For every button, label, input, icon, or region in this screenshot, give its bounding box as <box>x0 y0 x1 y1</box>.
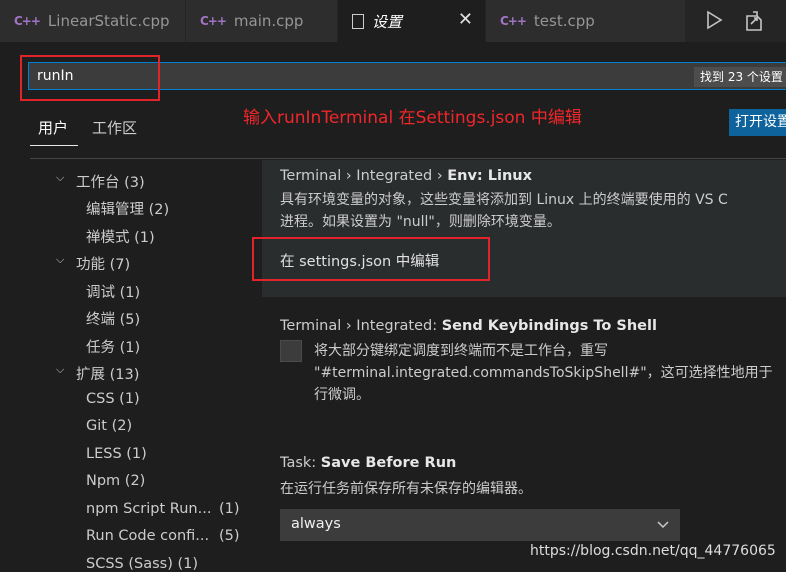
toc-label: 终端 <box>86 312 115 328</box>
toc-item-git[interactable]: Git (2) <box>86 418 132 434</box>
search-result-count-badge: 找到 23 个设置 <box>694 67 786 87</box>
toc-label: Npm <box>86 473 121 489</box>
select-value: always <box>291 516 341 532</box>
setting-description: 具有环境变量的对象，这些变量将添加到 Linux 上的终端要使用的 VS C <box>280 192 728 208</box>
toc-item-less[interactable]: LESS (1) <box>86 446 147 462</box>
chevron-down-icon <box>656 518 670 536</box>
tab-label: LinearStatic.cpp <box>47 12 170 30</box>
setting-title-env-linux: Terminal › Integrated › Env: Linux <box>280 168 532 184</box>
save-before-run-select[interactable]: always <box>280 509 680 541</box>
toc-count: (1) <box>219 501 240 517</box>
tab-test-cpp[interactable]: C++ test.cpp <box>486 0 686 42</box>
toc-item-editor-management[interactable]: 编辑管理 (2) <box>86 198 169 219</box>
toc-item-terminal[interactable]: 终端 (5) <box>86 308 140 329</box>
tab-user[interactable]: 用户 <box>38 117 68 138</box>
tab-label: main.cpp <box>233 12 304 30</box>
setting-category: Task: <box>280 455 321 471</box>
toc-count: (1) <box>134 230 155 246</box>
header-divider <box>30 158 786 159</box>
open-settings-button[interactable]: 打开设置 <box>729 109 786 136</box>
toc-count: (1) <box>126 446 147 462</box>
setting-name: Env: Linux <box>447 168 532 184</box>
chevron-down-icon: ⌵ <box>56 363 65 376</box>
tab-label: 设置 <box>372 12 403 31</box>
toc-item-npm-script-runner[interactable]: npm Script Run... <box>86 501 211 517</box>
setting-category: Terminal › Integrated › <box>280 168 448 184</box>
toc-item-run-code-config[interactable]: Run Code confi... <box>86 528 209 544</box>
toc-label: 功能 <box>76 257 105 273</box>
annotation-text: 输入runInTerminal 在Settings.json 中编辑 <box>243 108 582 128</box>
toc-count: (1) <box>119 391 140 407</box>
toc-count: (5) <box>219 528 240 544</box>
toc-item-extensions[interactable]: ⌵ 扩展 (13) <box>56 363 139 384</box>
tab-workspace[interactable]: 工作区 <box>92 117 137 138</box>
toc-count: (3) <box>124 175 145 191</box>
close-icon[interactable]: ✕ <box>458 9 473 30</box>
toc-count: (1) <box>119 285 141 301</box>
editor-tab-bar: C++ LinearStatic.cpp C++ main.cpp 设置 ✕ C… <box>0 0 786 42</box>
tab-linearstatic-cpp[interactable]: C++ LinearStatic.cpp <box>0 0 186 42</box>
toc-count: (1) <box>177 556 199 572</box>
toc-item-features[interactable]: ⌵ 功能 (7) <box>56 253 130 274</box>
setting-title-send-keybindings: Terminal › Integrated: Send Keybindings … <box>280 318 657 334</box>
toc-label: npm Script Run... <box>86 501 212 517</box>
tab-main-cpp[interactable]: C++ main.cpp <box>186 0 338 42</box>
tab-settings[interactable]: 设置 ✕ <box>338 0 486 42</box>
toc-count: (2) <box>148 202 170 218</box>
setting-description: 进程。如果设置为 "null"，则删除环境变量。 <box>280 214 561 230</box>
toc-label: 任务 <box>86 340 115 356</box>
toc-count: (2) <box>111 418 133 434</box>
run-icon[interactable] <box>704 10 724 34</box>
toc-count: (2) <box>124 473 146 489</box>
toc-label: Run Code confi... <box>86 528 210 544</box>
toc-item-scss[interactable]: SCSS (Sass) (1) <box>86 556 198 572</box>
toc-item-workbench[interactable]: ⌵ 工作台 (3) <box>56 171 145 192</box>
toc-label: LESS <box>86 446 122 462</box>
cpp-icon: C++ <box>200 14 227 28</box>
toc-label: 工作台 <box>76 175 120 191</box>
toc-count: (13) <box>109 367 140 383</box>
toc-label: Git <box>86 418 107 434</box>
toc-label: CSS <box>86 391 115 407</box>
annotation-box-search <box>20 55 160 101</box>
toc-label: 扩展 <box>76 367 105 383</box>
open-settings-json-icon[interactable] <box>743 10 765 36</box>
toc-item-npm[interactable]: Npm (2) <box>86 473 145 489</box>
toc-item-debug[interactable]: 调试 (1) <box>86 281 140 302</box>
toc-count: (7) <box>109 257 131 273</box>
send-keybindings-checkbox[interactable] <box>280 340 302 362</box>
annotation-box-edit-link <box>252 237 490 281</box>
chevron-down-icon: ⌵ <box>56 171 65 184</box>
setting-description: 将大部分键绑定调度到终端而不是工作台，重写 <box>314 343 608 359</box>
toc-item-zen-mode[interactable]: 禅模式 (1) <box>86 226 155 247</box>
toc-label: 禅模式 <box>86 230 130 246</box>
active-tab-indicator <box>30 145 78 146</box>
toc-label: 编辑管理 <box>86 202 144 218</box>
toc-label: SCSS (Sass) <box>86 556 173 572</box>
file-icon <box>352 13 364 29</box>
setting-name: Send Keybindings To Shell <box>441 318 657 334</box>
setting-category: Terminal › Integrated: <box>280 318 442 334</box>
setting-name: Save Before Run <box>320 455 457 471</box>
toc-count: (5) <box>119 312 141 328</box>
toc-item-tasks[interactable]: 任务 (1) <box>86 336 140 357</box>
toc-count: (1) <box>119 340 141 356</box>
setting-description: 行微调。 <box>314 387 370 403</box>
setting-description: 在运行任务前保存所有未保存的编辑器。 <box>280 481 532 497</box>
watermark: https://blog.csdn.net/qq_44776065 <box>530 543 776 559</box>
chevron-down-icon: ⌵ <box>56 253 65 266</box>
setting-title-save-before-run: Task: Save Before Run <box>280 455 456 471</box>
cpp-icon: C++ <box>500 14 527 28</box>
tab-label: test.cpp <box>533 12 595 30</box>
cpp-icon: C++ <box>14 14 41 28</box>
toc-item-css[interactable]: CSS (1) <box>86 391 140 407</box>
setting-description: "#terminal.integrated.commandsToSkipShel… <box>314 365 773 381</box>
toc-label: 调试 <box>86 285 115 301</box>
